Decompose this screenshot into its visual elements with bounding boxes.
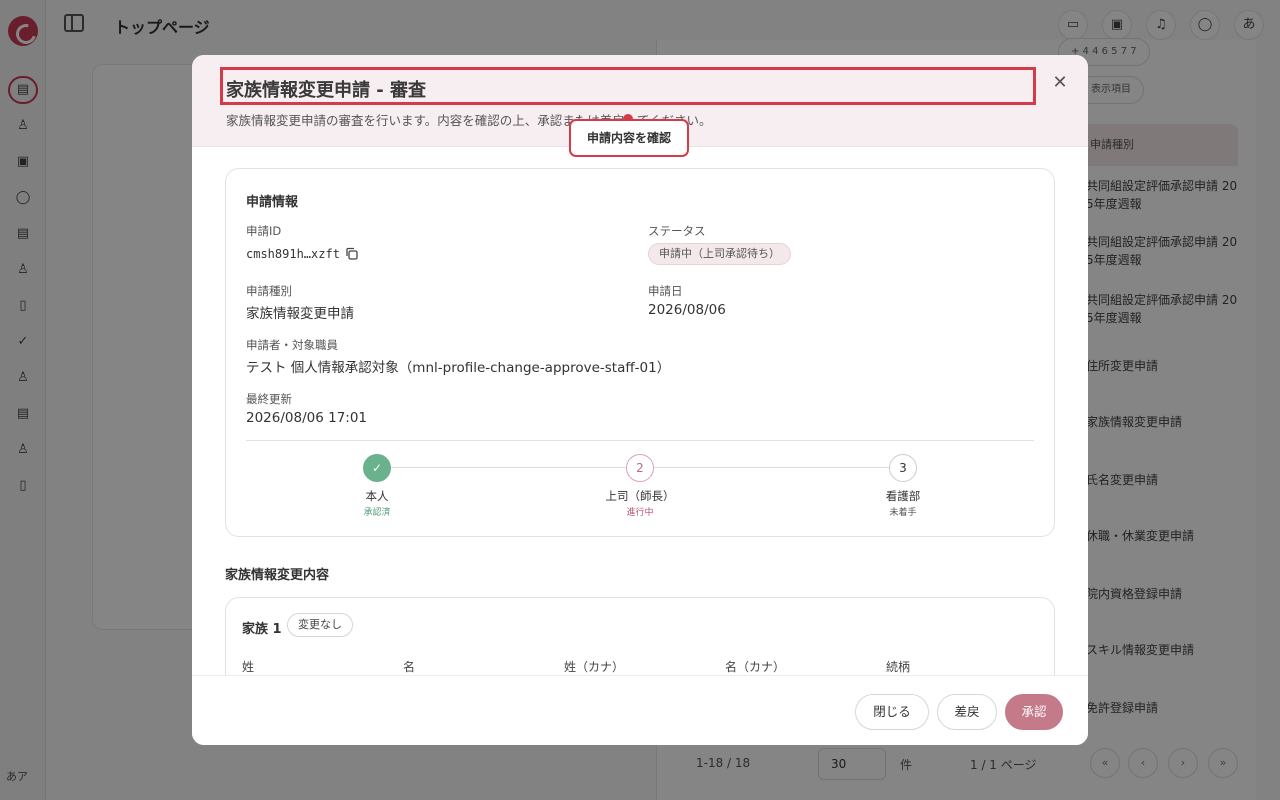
updated-value: 2026/08/06 17:01 <box>246 410 368 426</box>
family-card: 家族 1 変更なし 姓 名 姓（カナ） 名（カナ） 続柄 <box>225 597 1055 675</box>
step-1-label: 本人 <box>365 489 389 503</box>
close-button[interactable]: 閉じる <box>855 694 929 730</box>
status-label: ステータス <box>648 224 706 238</box>
section-title: 家族情報変更内容 <box>225 568 330 583</box>
dialog-footer: 閉じる 差戻 承認 <box>192 675 1088 745</box>
application-id-label: 申請ID <box>246 224 282 238</box>
status-badge: 申請中（上司承認待ち） <box>648 243 791 265</box>
review-dialog: 家族情報変更申請 - 審査 家族情報変更申請の審査を行います。内容を確認の上、承… <box>192 55 1088 745</box>
title-highlight-box <box>220 67 1036 105</box>
applicant-label: 申請者・対象職員 <box>246 338 338 352</box>
step-2-circle: 2 <box>626 454 654 482</box>
column-header: 続柄 <box>886 660 911 674</box>
divider <box>246 440 1034 441</box>
family-title: 家族 1 <box>242 622 282 637</box>
application-id-value: cmsh891h…xzft <box>246 247 340 261</box>
return-button[interactable]: 差戻 <box>937 694 997 730</box>
approve-button[interactable]: 承認 <box>1005 694 1063 730</box>
step-2-status: 進行中 <box>626 508 654 518</box>
step-1-status: 承認済 <box>363 508 391 518</box>
step-3-circle: 3 <box>889 454 917 482</box>
step-1-check-icon: ✓ <box>363 454 391 482</box>
date-value: 2026/08/06 <box>648 302 726 318</box>
updated-label: 最終更新 <box>246 392 292 406</box>
card-title: 申請情報 <box>246 195 299 210</box>
column-header: 名（カナ） <box>725 660 786 674</box>
step-connector <box>391 467 626 468</box>
step-3-label: 看護部 <box>885 489 921 503</box>
step-2-label: 上司（師長） <box>605 489 675 503</box>
application-info-card: 申請情報 申請ID cmsh891h…xzft ステータス 申請中（上司承認待ち… <box>225 168 1055 537</box>
confirm-tooltip: 申請内容を確認 <box>569 119 689 157</box>
column-header: 名 <box>403 660 416 674</box>
no-change-badge: 変更なし <box>287 613 353 637</box>
step-connector <box>654 467 889 468</box>
column-header: 姓（カナ） <box>564 660 625 674</box>
applicant-value: テスト 個人情報承認対象（mnl-profile-change-approve-… <box>246 360 671 376</box>
type-value: 家族情報変更申請 <box>246 306 354 322</box>
column-header: 姓 <box>242 660 255 674</box>
step-3-status: 未着手 <box>889 508 917 518</box>
close-icon[interactable]: ✕ <box>1050 73 1070 93</box>
date-label: 申請日 <box>648 284 683 298</box>
dialog-body[interactable]: 申請情報 申請ID cmsh891h…xzft ステータス 申請中（上司承認待ち… <box>192 147 1088 675</box>
copy-icon[interactable] <box>345 247 358 260</box>
type-label: 申請種別 <box>246 284 292 298</box>
